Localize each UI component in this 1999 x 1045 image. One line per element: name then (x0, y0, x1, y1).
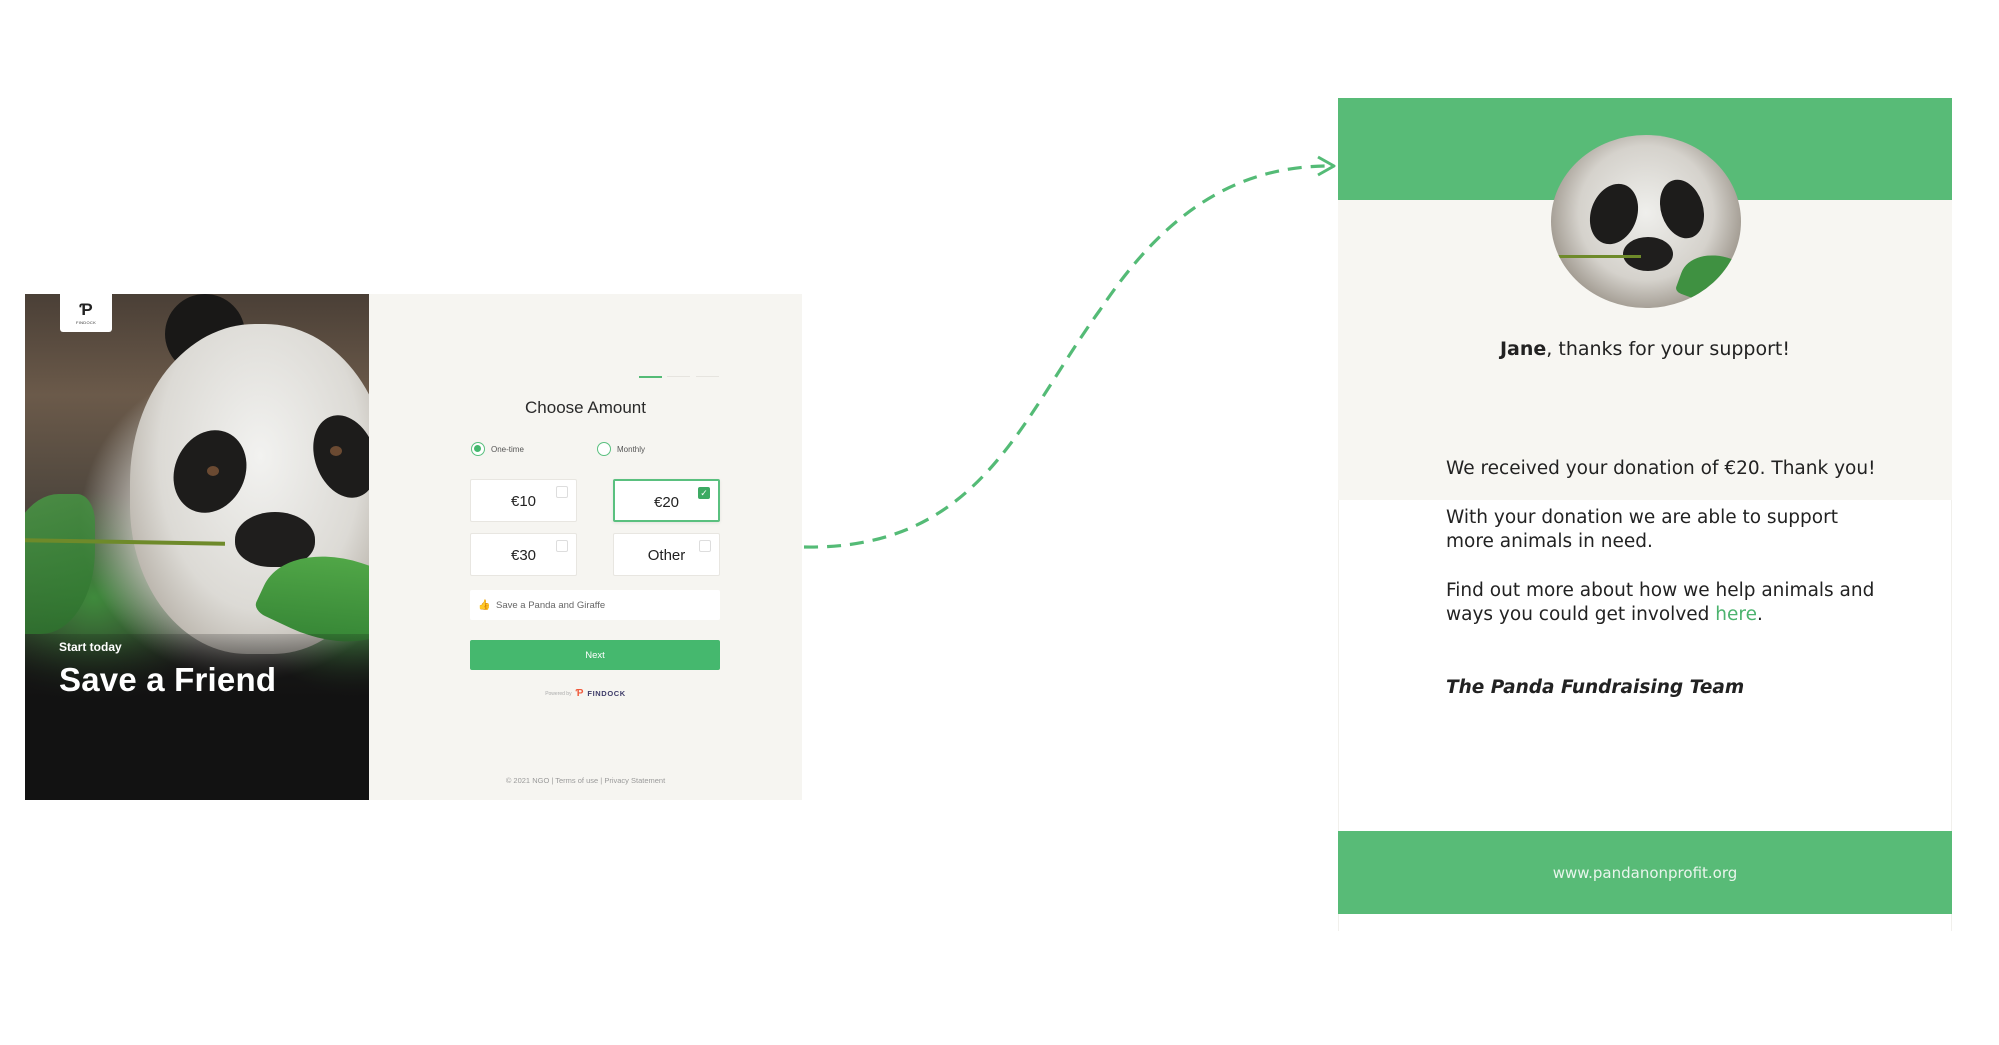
connector-path (803, 164, 1333, 549)
radio-unselected-icon (597, 442, 611, 456)
findock-brand: FINDOCK (587, 689, 626, 698)
logo-label: FINDOCK (75, 319, 97, 325)
bamboo-leaf (1674, 244, 1741, 308)
amount-option-20[interactable]: €20 ✓ (613, 479, 720, 522)
powered-by-label: Powered by (545, 690, 572, 697)
email-footer-band: www.pandanonprofit.org (1338, 831, 1952, 914)
campaign-value: Save a Panda and Giraffe (496, 599, 606, 611)
terms-link[interactable]: Terms of use (555, 776, 598, 785)
next-button[interactable]: Next (470, 640, 720, 670)
hero-image-panel: Ƥ FINDOCK Start today Save a Friend (25, 294, 369, 800)
panda-body (25, 634, 369, 800)
findock-mark-icon: Ƥ (575, 688, 584, 699)
panda-nose (1623, 237, 1673, 271)
thumbs-up-icon: 👍 (478, 599, 491, 611)
paragraph-3-end: . (1756, 604, 1763, 625)
email-signoff: The Panda Fundraising Team (1446, 677, 1745, 698)
donation-form-panel: Choose Amount One-time Monthly €10 €20 ✓… (369, 294, 802, 800)
amount-option-30[interactable]: €30 (470, 533, 577, 576)
checkbox-icon (556, 540, 568, 552)
campaign-field[interactable]: 👍 Save a Panda and Giraffe (470, 590, 720, 620)
email-paragraph-3: Find out more about how we help animals … (1446, 579, 1896, 627)
panda-eye-left (207, 466, 219, 476)
progress-step-3 (696, 376, 719, 377)
hero-subtitle: Start today (59, 640, 122, 654)
arrowhead-icon (1317, 155, 1336, 177)
progress-step-1 (639, 376, 662, 378)
bamboo-stalk (1551, 255, 1641, 258)
paragraph-3-text: Find out more about how we help animals … (1446, 580, 1875, 625)
amount-option-10[interactable]: €10 (470, 479, 577, 522)
thank-you-email: Jane, thanks for your support! We receiv… (1338, 98, 1952, 931)
findock-logo-icon: Ƥ (79, 299, 93, 319)
radio-label: Monthly (617, 444, 646, 454)
radio-one-time[interactable]: One-time (471, 442, 524, 456)
panda-eye-right (330, 446, 342, 456)
panda-avatar (1551, 135, 1741, 308)
hero-title: Save a Friend (59, 661, 277, 698)
email-paragraph-2: With your donation we are able to suppor… (1446, 507, 1838, 552)
copyright: © 2021 NGO (505, 776, 550, 785)
progress-step-2 (667, 376, 690, 377)
findock-logo[interactable]: Ƥ FINDOCK (60, 294, 112, 332)
footer-url-link[interactable]: www.pandanonprofit.org (1553, 864, 1738, 882)
form-footer: © 2021 NGO | Terms of use | Privacy Stat… (369, 776, 802, 785)
amount-option-other[interactable]: Other (613, 533, 720, 576)
privacy-link[interactable]: Privacy Statement (604, 776, 665, 785)
radio-label: One-time (491, 444, 524, 454)
powered-by: Powered by Ƥ FINDOCK (369, 688, 802, 699)
email-paragraph-1: We received your donation of €20. Thank … (1446, 458, 1876, 479)
checkbox-checked-icon: ✓ (698, 487, 710, 499)
here-link[interactable]: here (1715, 604, 1757, 625)
form-title: Choose Amount (525, 398, 646, 417)
checkbox-icon (556, 486, 568, 498)
radio-selected-icon (471, 442, 485, 456)
greeting-text: , thanks for your support! (1546, 338, 1790, 360)
panda-eye-patch-right (1652, 173, 1712, 245)
checkbox-icon (699, 540, 711, 552)
bamboo-leaves-left (25, 494, 95, 634)
radio-monthly[interactable]: Monthly (597, 442, 645, 456)
email-greeting: Jane, thanks for your support! (1338, 338, 1952, 360)
donor-name: Jane (1499, 338, 1547, 360)
